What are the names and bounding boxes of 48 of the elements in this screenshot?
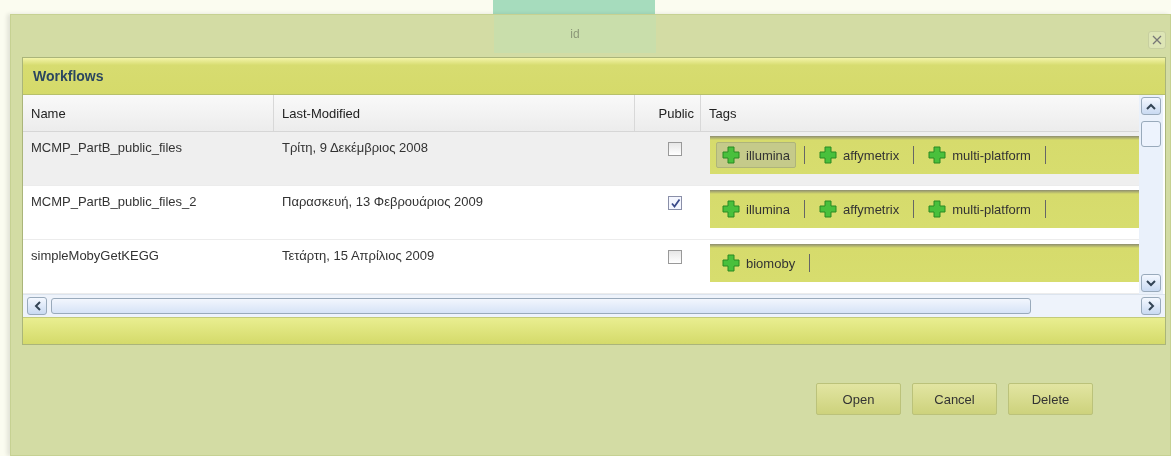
scroll-thumb[interactable]	[51, 298, 1031, 314]
close-button[interactable]	[1148, 31, 1166, 49]
dialog-button[interactable]: Cancel	[912, 383, 997, 415]
tag-chip[interactable]: multi-platform	[922, 196, 1037, 222]
column-header[interactable]: Tags	[701, 95, 1139, 131]
public-checkbox[interactable]	[668, 142, 682, 156]
dialog-button[interactable]: Open	[816, 383, 901, 415]
plus-icon	[928, 146, 947, 164]
horizontal-scrollbar[interactable]	[23, 294, 1165, 317]
scroll-down-button[interactable]	[1141, 274, 1161, 292]
tag-chip[interactable]: affymetrix	[813, 196, 906, 222]
dialog-button[interactable]: Delete	[1008, 383, 1093, 415]
plus-icon	[928, 200, 947, 218]
scroll-up-button[interactable]	[1141, 97, 1161, 115]
chevron-down-icon	[1146, 279, 1156, 287]
modified-date: Παρασκευή, 13 Φεβρουάριος 2009	[282, 194, 483, 209]
tag-chip[interactable]: multi-platform	[922, 142, 1037, 168]
public-checkbox[interactable]	[668, 196, 682, 210]
scroll-right-button[interactable]	[1141, 297, 1161, 315]
workflow-name: MCMP_PartB_public_files	[31, 140, 182, 155]
scroll-left-button[interactable]	[27, 297, 47, 315]
vertical-scrollbar[interactable]	[1139, 95, 1163, 294]
tag-chip[interactable]: affymetrix	[813, 142, 906, 168]
modified-date: Τρίτη, 9 Δεκέμβριος 2008	[282, 140, 428, 155]
column-header[interactable]: Name	[23, 95, 274, 131]
column-header[interactable]: Public	[635, 95, 701, 131]
background-column-header: id	[494, 15, 656, 53]
modified-date: Τετάρτη, 15 Απρίλιος 2009	[282, 248, 435, 263]
public-checkbox[interactable]	[668, 250, 682, 264]
tag-chip[interactable]: illumina	[716, 142, 797, 168]
plus-icon	[722, 254, 740, 272]
plus-icon	[819, 200, 838, 218]
chevron-right-icon	[1147, 301, 1155, 311]
panel-title: Workflows	[23, 58, 1165, 95]
workflow-name: MCMP_PartB_public_files_2	[31, 194, 197, 209]
workflow-name: simpleMobyGetKEGG	[31, 248, 159, 263]
tag-chip[interactable]: biomoby	[716, 250, 802, 276]
scroll-thumb[interactable]	[1141, 121, 1161, 147]
table-row[interactable]: MCMP_PartB_public_files Τρίτη, 9 Δεκέμβριος 2008 illumina affymetrix multi-platform	[23, 132, 1139, 186]
tag-chip[interactable]: illumina	[716, 196, 797, 222]
plus-icon	[819, 146, 838, 164]
plus-icon	[722, 200, 740, 218]
close-icon	[1152, 35, 1162, 45]
chevron-up-icon	[1146, 102, 1156, 110]
column-header[interactable]: Last-Modified	[274, 95, 635, 131]
plus-icon	[722, 146, 740, 164]
checkmark-icon	[669, 197, 681, 209]
chevron-left-icon	[33, 301, 41, 311]
